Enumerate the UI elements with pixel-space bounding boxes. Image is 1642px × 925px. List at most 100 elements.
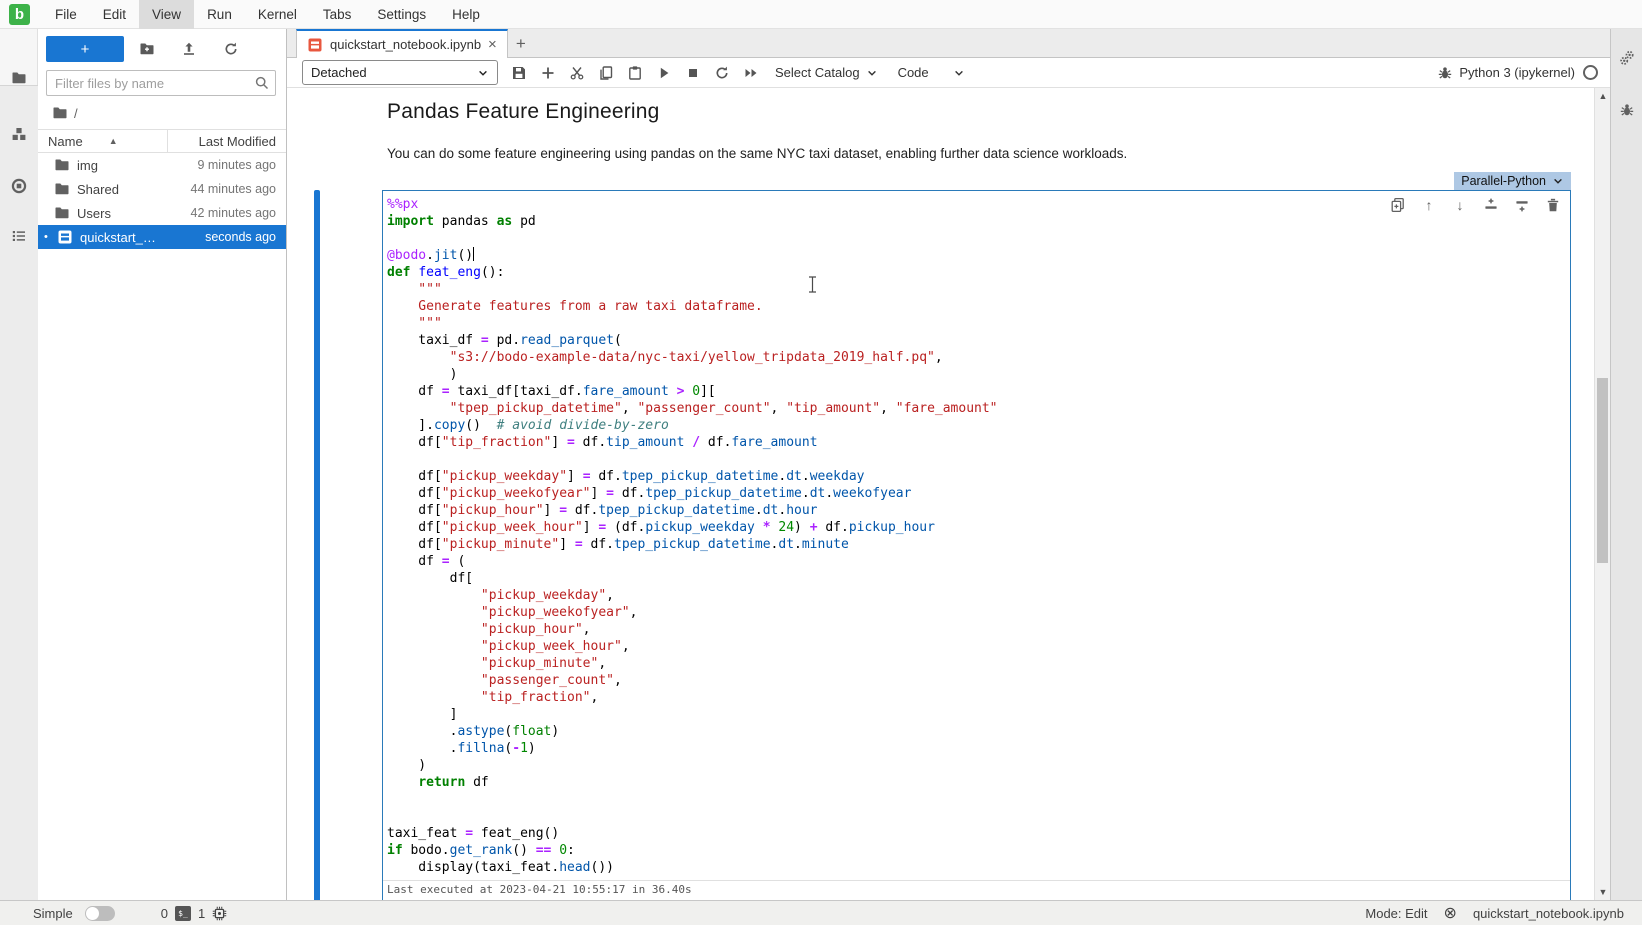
kernel-name-button[interactable]: Python 3 (ipykernel)	[1459, 65, 1575, 80]
clusters-icon[interactable]	[8, 123, 30, 145]
chevron-down-icon	[1552, 175, 1564, 187]
menu-run[interactable]: Run	[194, 0, 245, 29]
menu-items: FileEditViewRunKernelTabsSettingsHelp	[42, 0, 493, 29]
code-line: df = (	[387, 553, 1566, 570]
file-row-shared[interactable]: Shared44 minutes ago	[38, 177, 286, 201]
menu-edit[interactable]: Edit	[90, 0, 139, 29]
file-browser-toolbar: +	[38, 29, 286, 68]
paste-icon[interactable]	[620, 60, 649, 86]
file-modified-time: 9 minutes ago	[158, 158, 286, 172]
move-down-icon[interactable]: ↓	[1451, 196, 1469, 214]
debugger-icon[interactable]	[1430, 60, 1459, 86]
save-icon[interactable]	[504, 60, 533, 86]
statusbar-filename[interactable]: quickstart_notebook.ipynb	[1473, 906, 1624, 921]
terminals-count: 0	[161, 906, 168, 921]
filter-files-input[interactable]	[46, 70, 276, 96]
delete-icon[interactable]	[1544, 196, 1562, 214]
running-sessions-icon[interactable]	[8, 175, 30, 197]
cluster-select-dropdown[interactable]: Detached	[302, 60, 498, 85]
refresh-icon[interactable]	[212, 37, 250, 61]
cluster-select-value: Detached	[311, 65, 367, 80]
select-catalog-label: Select Catalog	[775, 65, 860, 80]
cell-editor-frame[interactable]: ↑ ↓ %%pximport pandas as pd @bodo.jit()de…	[382, 190, 1571, 900]
file-row-users[interactable]: Users42 minutes ago	[38, 201, 286, 225]
active-cell-collapser[interactable]	[314, 190, 320, 900]
code-line: "tip_fraction",	[387, 689, 1566, 706]
code-line: "pickup_weekday",	[387, 587, 1566, 604]
code-line: import pandas as pd	[387, 213, 1566, 230]
duplicate-icon[interactable]	[1389, 196, 1407, 214]
scrollbar-thumb[interactable]	[1597, 378, 1608, 563]
sessions-status[interactable]: 0 $_ 1	[161, 906, 227, 921]
cell-type-dropdown[interactable]: Code	[898, 65, 965, 80]
column-name-header[interactable]: Name ▲	[38, 130, 168, 152]
run-icon[interactable]	[649, 60, 678, 86]
simple-mode-toggle[interactable]	[85, 906, 115, 921]
restart-icon[interactable]	[707, 60, 736, 86]
table-of-contents-icon[interactable]	[8, 225, 30, 247]
scroll-down-icon[interactable]: ▼	[1595, 884, 1611, 900]
select-catalog-dropdown[interactable]: Select Catalog	[775, 65, 878, 80]
code-line: df = taxi_df[taxi_df.fare_amount > 0][	[387, 383, 1566, 400]
new-tab-button[interactable]: +	[508, 31, 534, 57]
cell-type-value: Code	[898, 65, 929, 80]
right-activity-bar	[1610, 29, 1642, 900]
file-row-left: img	[38, 157, 158, 173]
fast-forward-icon[interactable]	[736, 60, 765, 86]
left-activity-bar	[0, 29, 38, 900]
menu-settings[interactable]: Settings	[364, 0, 439, 29]
menu-file[interactable]: File	[42, 0, 90, 29]
search-icon	[254, 75, 270, 91]
folder-icon[interactable]	[8, 67, 30, 89]
chevron-down-icon	[477, 67, 489, 79]
code-line: """	[387, 281, 1566, 298]
insert-above-icon[interactable]	[1482, 196, 1500, 214]
code-line: def feat_eng():	[387, 264, 1566, 281]
not-trusted-icon[interactable]: ⊗	[1444, 903, 1457, 923]
notebook-scrollbar[interactable]: ▲ ▼	[1594, 88, 1610, 900]
menu-help[interactable]: Help	[439, 0, 493, 29]
breadcrumb-root[interactable]: /	[74, 106, 78, 121]
menu-bar: b FileEditViewRunKernelTabsSettingsHelp	[0, 0, 1642, 29]
tab-bar: quickstart_notebook.ipynb × +	[287, 29, 1610, 58]
parallel-python-badge[interactable]: Parallel-Python	[1454, 172, 1571, 190]
notebook-scroll-area[interactable]: Pandas Feature Engineering You can do so…	[287, 88, 1594, 900]
code-line: return df	[387, 774, 1566, 791]
file-row-quickstart-[interactable]: •quickstart_…seconds ago	[38, 225, 286, 249]
scroll-up-icon[interactable]: ▲	[1595, 88, 1611, 104]
code-line: "pickup_week_hour",	[387, 638, 1566, 655]
close-icon[interactable]: ×	[488, 37, 497, 52]
file-row-img[interactable]: img9 minutes ago	[38, 153, 286, 177]
column-modified-header[interactable]: Last Modified	[168, 134, 286, 149]
move-up-icon[interactable]: ↑	[1420, 196, 1438, 214]
markdown-cell[interactable]: Pandas Feature Engineering You can do so…	[287, 88, 1594, 161]
copy-icon[interactable]	[591, 60, 620, 86]
stop-icon[interactable]	[678, 60, 707, 86]
code-editor[interactable]: %%pximport pandas as pd @bodo.jit()def f…	[383, 191, 1570, 880]
menu-kernel[interactable]: Kernel	[245, 0, 310, 29]
code-line: .astype(float)	[387, 723, 1566, 740]
new-folder-icon[interactable]	[128, 37, 166, 61]
filter-wrap	[46, 70, 276, 96]
property-inspector-icon[interactable]	[1616, 47, 1638, 69]
debugger-icon[interactable]	[1616, 99, 1638, 121]
kernel-status-icon[interactable]	[1583, 65, 1598, 80]
chevron-down-icon	[953, 67, 965, 79]
menu-tabs[interactable]: Tabs	[310, 0, 365, 29]
tab-quickstart-notebook[interactable]: quickstart_notebook.ipynb ×	[296, 29, 508, 58]
insert-below-icon[interactable]	[1513, 196, 1531, 214]
new-launcher-button[interactable]: +	[46, 36, 124, 62]
left-activity-bar-bg	[0, 85, 38, 900]
add-cell-icon[interactable]	[533, 60, 562, 86]
menu-view[interactable]: View	[139, 0, 194, 29]
notebook-icon	[57, 229, 73, 245]
badge-label: Parallel-Python	[1461, 174, 1546, 188]
code-line: "s3://bodo-example-data/nyc-taxi/yellow_…	[387, 349, 1566, 366]
breadcrumb[interactable]: /	[38, 96, 286, 129]
folder-icon	[54, 181, 70, 197]
mode-indicator[interactable]: Mode: Edit	[1365, 906, 1427, 921]
upload-icon[interactable]	[170, 37, 208, 61]
execution-time-footer: Last executed at 2023-04-21 10:55:17 in …	[383, 880, 1570, 899]
bodo-logo-icon: b	[9, 4, 30, 25]
cut-icon[interactable]	[562, 60, 591, 86]
